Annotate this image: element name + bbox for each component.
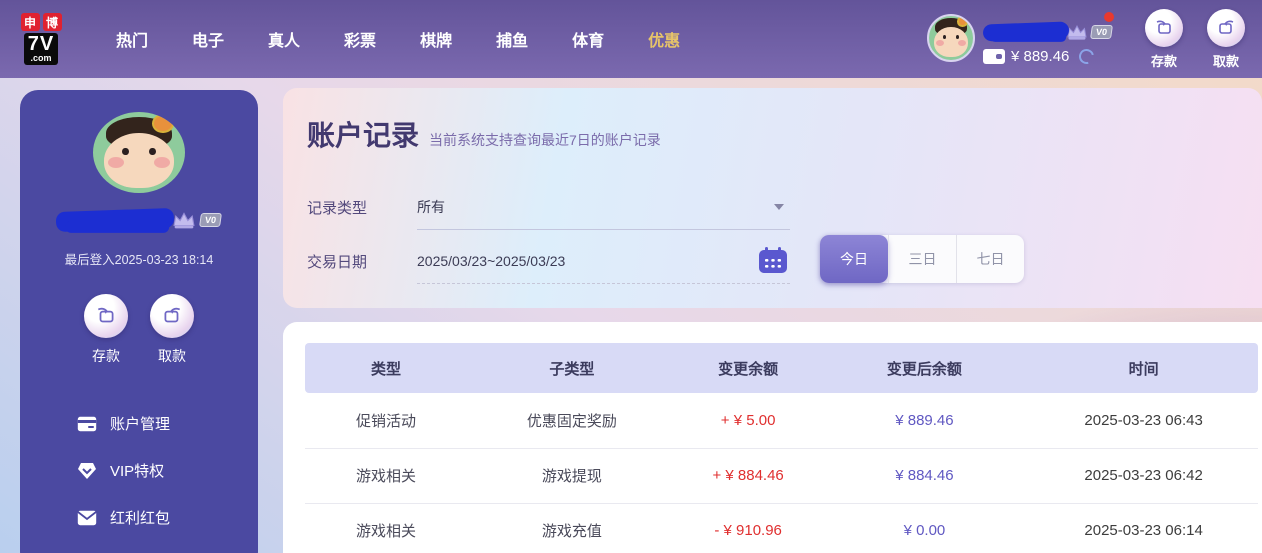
withdraw-button[interactable]: 取款 <box>1200 9 1252 70</box>
date-range-tabs: 今日 三日 七日 <box>820 235 1024 283</box>
logo-cn-2: 博 <box>43 13 62 31</box>
sidebar-item-label: 红利红包 <box>110 507 170 528</box>
cell-time: 2025-03-23 06:42 <box>1029 448 1258 503</box>
cell-subtype: 游戏提现 <box>467 448 677 503</box>
deposit-icon <box>84 294 128 338</box>
user-sidebar: V0 最后登入2025-03-23 18:14 存款 取款 账户管理 <box>20 90 258 553</box>
sidebar-item-account-management[interactable]: 账户管理 <box>20 400 258 447</box>
main-nav-menu: 热门 电子 真人 彩票 棋牌 捕鱼 体育 优惠 <box>94 17 702 61</box>
sidebar-menu: 账户管理 VIP特权 红利红包 <box>20 400 258 541</box>
deposit-label: 存款 <box>92 346 120 366</box>
topbar-user-area: V0 ¥ 889.46 存款 取款 <box>927 0 1262 78</box>
site-logo[interactable]: 申 博 7V .com <box>16 13 66 65</box>
sidebar-deposit-button[interactable]: 存款 <box>84 294 128 366</box>
record-type-value: 所有 <box>417 197 445 217</box>
nav-item-live[interactable]: 真人 <box>246 17 322 61</box>
logo-cn-1: 申 <box>21 13 40 31</box>
cell-type: 游戏相关 <box>305 503 467 553</box>
withdraw-label: 取款 <box>158 346 186 366</box>
refresh-balance-icon[interactable] <box>1077 46 1097 66</box>
nav-item-hot[interactable]: 热门 <box>94 17 170 61</box>
logo-cn-row: 申 博 <box>21 13 62 31</box>
user-chip[interactable]: V0 ¥ 889.46 <box>927 14 1112 65</box>
wallet-icon <box>983 49 1005 64</box>
date-filter-row: 交易日期 2025/03/23~2025/03/23 <box>307 238 790 284</box>
vip-level-badge: V0 <box>200 213 223 227</box>
withdraw-label: 取款 <box>1213 51 1239 70</box>
cell-after: ¥ 884.46 <box>820 448 1030 503</box>
header-change: 变更余额 <box>677 343 820 393</box>
nav-item-slots[interactable]: 电子 <box>170 17 246 61</box>
last-login-text: 最后登入2025-03-23 18:14 <box>65 249 214 268</box>
page-subtitle: 当前系统支持查询最近7日的账户记录 <box>429 130 661 150</box>
logo-block: 7V .com <box>24 33 58 65</box>
deposit-button[interactable]: 存款 <box>1138 9 1190 70</box>
cell-subtype: 游戏充值 <box>467 503 677 553</box>
account-records-table: 类型 子类型 变更余额 变更后余额 时间 促销活动 优惠固定奖励 + ¥ 5.0… <box>305 343 1258 553</box>
nav-item-lottery[interactable]: 彩票 <box>322 17 398 61</box>
cell-subtype: 优惠固定奖励 <box>467 393 677 448</box>
sidebar-item-bonus-redpacket[interactable]: 红利红包 <box>20 494 258 541</box>
table-row: 促销活动 优惠固定奖励 + ¥ 5.00 ¥ 889.46 2025-03-23… <box>305 393 1258 448</box>
logo-main-text: 7V <box>28 34 54 54</box>
red-envelope-icon <box>76 508 98 528</box>
date-range-label: 交易日期 <box>307 238 417 284</box>
vip-level-badge: V0 <box>1090 25 1113 39</box>
cell-after: ¥ 889.46 <box>820 393 1030 448</box>
record-type-label: 记录类型 <box>307 184 417 230</box>
cell-change: + ¥ 5.00 <box>677 393 820 448</box>
record-type-filter-row: 记录类型 所有 <box>307 184 790 230</box>
deposit-icon <box>1145 9 1183 47</box>
cell-time: 2025-03-23 06:43 <box>1029 393 1258 448</box>
censored-username <box>56 208 175 232</box>
header-time: 时间 <box>1029 343 1258 393</box>
chevron-down-icon <box>774 204 784 210</box>
cell-change: + ¥ 884.46 <box>677 448 820 503</box>
sidebar-item-label: 账户管理 <box>110 413 170 434</box>
sidebar-item-label: VIP特权 <box>110 460 164 481</box>
nav-item-cards[interactable]: 棋牌 <box>398 17 474 61</box>
withdraw-icon <box>1207 9 1245 47</box>
withdraw-icon <box>150 294 194 338</box>
header-subtype: 子类型 <box>467 343 677 393</box>
date-range-input[interactable]: 2025/03/23~2025/03/23 <box>417 238 790 284</box>
account-records-panel: 账户记录 当前系统支持查询最近7日的账户记录 记录类型 所有 交易日期 2025… <box>283 88 1262 308</box>
user-avatar[interactable] <box>927 14 975 62</box>
top-nav: 申 博 7V .com 热门 电子 真人 彩票 棋牌 捕鱼 体育 优惠 <box>0 0 1262 78</box>
page-title: 账户记录 <box>307 114 419 154</box>
nav-item-sports[interactable]: 体育 <box>550 17 626 61</box>
tab-three-days[interactable]: 三日 <box>888 235 956 283</box>
nav-item-fishing[interactable]: 捕鱼 <box>474 17 550 61</box>
deposit-label: 存款 <box>1151 51 1177 70</box>
record-type-select[interactable]: 所有 <box>417 184 790 230</box>
sidebar-item-vip-privileges[interactable]: VIP特权 <box>20 447 258 494</box>
sidebar-withdraw-button[interactable]: 取款 <box>150 294 194 366</box>
header-after: 变更后余额 <box>820 343 1030 393</box>
table-header-row: 类型 子类型 变更余额 变更后余额 时间 <box>305 343 1258 393</box>
records-table-panel: 类型 子类型 变更余额 变更后余额 时间 促销活动 优惠固定奖励 + ¥ 5.0… <box>283 322 1262 553</box>
account-card-icon <box>76 414 98 434</box>
table-row: 游戏相关 游戏充值 - ¥ 910.96 ¥ 0.00 2025-03-23 0… <box>305 503 1258 553</box>
cell-after: ¥ 0.00 <box>820 503 1030 553</box>
sidebar-avatar[interactable] <box>93 112 185 193</box>
tab-today[interactable]: 今日 <box>820 235 888 283</box>
tab-seven-days[interactable]: 七日 <box>956 235 1024 283</box>
vip-crown-icon <box>170 209 198 231</box>
logo-sub-text: .com <box>28 54 54 63</box>
cell-time: 2025-03-23 06:14 <box>1029 503 1258 553</box>
balance-amount: ¥ 889.46 <box>1011 48 1069 65</box>
calendar-icon[interactable] <box>758 246 788 277</box>
cell-change: - ¥ 910.96 <box>677 503 820 553</box>
notification-dot <box>1104 12 1114 22</box>
censored-username <box>983 22 1070 42</box>
header-type: 类型 <box>305 343 467 393</box>
table-row: 游戏相关 游戏提现 + ¥ 884.46 ¥ 884.46 2025-03-23… <box>305 448 1258 503</box>
cell-type: 游戏相关 <box>305 448 467 503</box>
date-range-value: 2025/03/23~2025/03/23 <box>417 253 565 269</box>
cell-type: 促销活动 <box>305 393 467 448</box>
nav-item-promotions[interactable]: 优惠 <box>626 17 702 61</box>
vip-diamond-icon <box>76 461 98 481</box>
